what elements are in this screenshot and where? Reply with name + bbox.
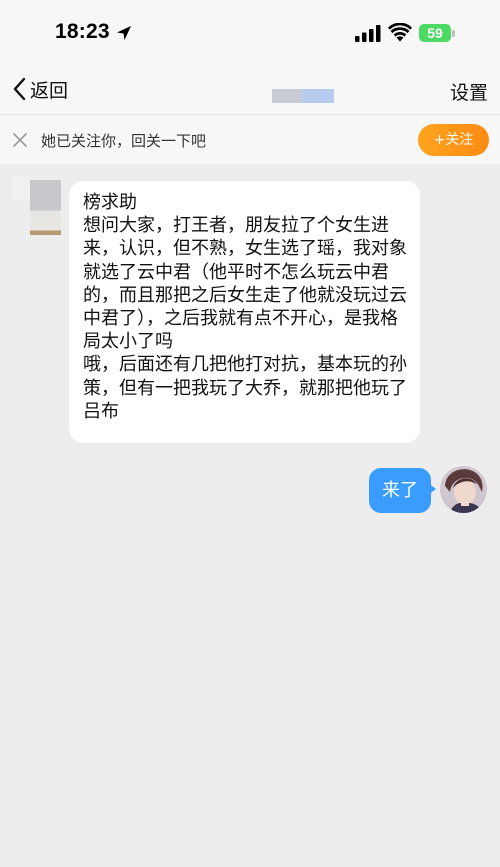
sender-avatar[interactable] (30, 180, 61, 235)
status-bar: 18:23 59 (0, 0, 500, 66)
settings-button[interactable]: 设置 (450, 78, 488, 105)
outgoing-bubble-tail (428, 483, 436, 495)
battery-tip (452, 30, 455, 37)
signal-icon (355, 25, 381, 42)
my-avatar[interactable] (440, 466, 487, 513)
chat-title-redacted (272, 89, 334, 103)
follow-prompt-bar: 她已关注你，回关一下吧 +关注 (0, 114, 500, 164)
battery-level: 59 (427, 25, 443, 41)
follow-button[interactable]: +关注 (418, 124, 489, 156)
outgoing-message-bubble[interactable]: 来了 (369, 468, 431, 513)
status-time: 18:23 (55, 20, 110, 43)
wifi-icon (388, 23, 412, 42)
nav-bar: 返回 设置 (0, 66, 500, 114)
incoming-message-text: 榜求助 想问大家，打王者，朋友拉了个女生进来，认识，但不熟，女生选了瑶，我对象就… (83, 192, 407, 422)
battery-icon: 59 (419, 24, 451, 42)
back-button[interactable]: 返回 (12, 74, 68, 104)
location-arrow-icon (117, 26, 131, 40)
incoming-message-bubble[interactable]: 榜求助 想问大家，打王者，朋友拉了个女生进来，认识，但不熟，女生选了瑶，我对象就… (69, 181, 420, 443)
sender-avatar-edge (12, 176, 32, 200)
chevron-left-icon (13, 77, 26, 101)
follow-prompt-text: 她已关注你，回关一下吧 (41, 132, 207, 150)
close-icon[interactable] (12, 132, 28, 148)
back-label: 返回 (30, 79, 69, 102)
